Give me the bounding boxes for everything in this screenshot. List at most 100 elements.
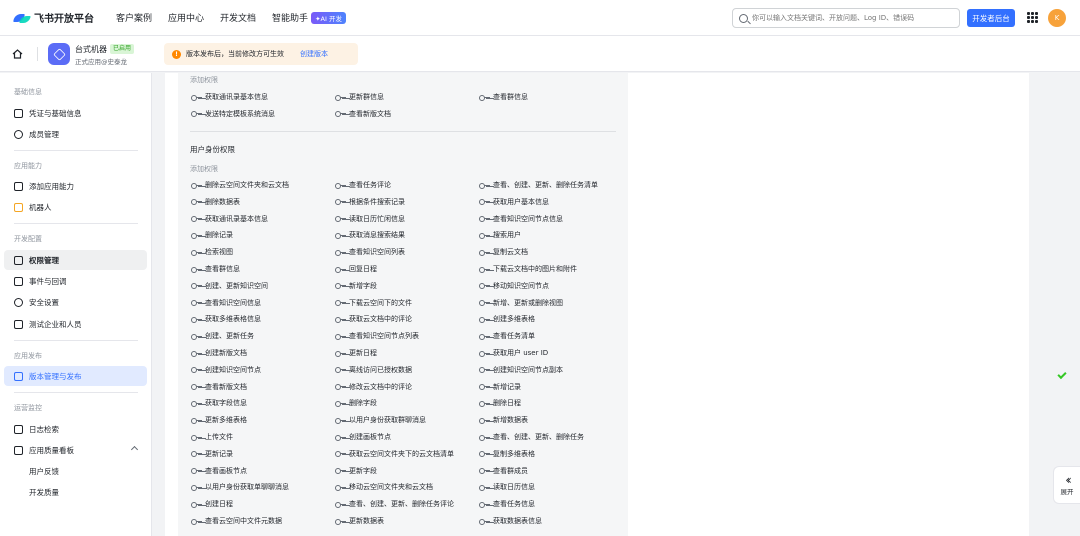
permission-name: 创建、更新知识空间 <box>205 281 268 290</box>
permission-item: 查看画板节点 <box>191 466 247 476</box>
sidebar-item-add-capability[interactable]: 添加应用能力 <box>4 176 147 196</box>
notice-text: 版本发布后，当前修改方可生效 <box>186 50 284 58</box>
permission-item: 以用户身份获取群聊消息 <box>335 415 426 425</box>
user-icon <box>14 129 23 139</box>
search-box[interactable] <box>732 8 960 28</box>
add-capability-icon <box>14 181 23 191</box>
key-icon <box>191 300 202 307</box>
key-icon <box>479 182 490 189</box>
key-icon <box>191 451 202 458</box>
nav-link-app-center[interactable]: 应用中心 <box>168 11 204 24</box>
key-icon <box>335 216 346 223</box>
permission-item: 获取云文档中的评论 <box>335 314 412 324</box>
permission-name: 获取用户基本信息 <box>493 197 549 206</box>
permission-name: 更新群信息 <box>349 93 384 101</box>
sidebar-item-version-release[interactable]: 版本管理与发布 <box>4 366 147 386</box>
key-icon <box>335 232 346 239</box>
permission-name: 复制多维表格 <box>493 449 535 458</box>
permission-name: 创建新版文档 <box>205 349 247 357</box>
platform-logo[interactable]: 飞书开放平台 <box>13 10 94 25</box>
permission-item: 查看知识空间信息 <box>191 298 261 308</box>
sidebar-group-dev-config: 开发配置 <box>14 235 42 243</box>
sidebar-item-label: 测试企业和人员 <box>29 319 82 329</box>
nav-link-docs[interactable]: 开发文档 <box>220 11 256 24</box>
permission-item: 移动知识空间节点 <box>479 281 549 291</box>
permission-name: 创建知识空间节点 <box>205 365 261 374</box>
search-input[interactable] <box>752 14 952 22</box>
chart-icon <box>14 445 23 455</box>
key-icon <box>191 232 202 239</box>
sidebar-item-label: 用户反馈 <box>29 466 59 476</box>
sidebar-item-permissions[interactable]: 权限管理 <box>4 250 147 270</box>
permission-name: 下载云空间下的文件 <box>349 298 412 307</box>
permission-name: 上传文件 <box>205 433 233 441</box>
home-icon[interactable] <box>12 49 23 59</box>
apps-grid-icon[interactable] <box>1027 12 1038 23</box>
key-icon <box>191 94 202 101</box>
nav-link-ai-assistant[interactable]: 智能助手 ✦AI 开发 <box>272 11 346 25</box>
permission-name: 新增、更新或删除视图 <box>493 298 563 307</box>
permission-name: 创建知识空间节点副本 <box>493 365 563 374</box>
feishu-logo-icon <box>13 12 31 24</box>
permission-item: 下载云文档中的图片和附件 <box>479 264 577 274</box>
sidebar-item-label: 版本管理与发布 <box>29 371 82 381</box>
sidebar-item-user-feedback[interactable]: 用户反馈 <box>4 461 147 481</box>
permission-item: 查看知识空间节点列表 <box>335 331 419 341</box>
expand-label: 展开 <box>1060 488 1074 496</box>
permission-item: 查看、创建、更新、删除任务 <box>479 432 584 442</box>
credentials-icon <box>14 108 23 118</box>
permission-item: 复制多维表格 <box>479 449 535 459</box>
permission-item: 删除字段 <box>335 398 377 408</box>
sidebar-item-quality-board[interactable]: 应用质量看板 <box>4 440 147 460</box>
sidebar-item-members[interactable]: 成员管理 <box>4 124 147 144</box>
permission-item: 检索视图 <box>191 247 233 257</box>
nav-links: 客户案例 应用中心 开发文档 智能助手 ✦AI 开发 <box>116 11 346 25</box>
permission-name: 获取云文档中的评论 <box>349 315 412 324</box>
tenant-added-label: 添加权限 <box>190 76 218 84</box>
app-name[interactable]: 台式机器 <box>75 44 107 55</box>
permission-name: 获取数据表信息 <box>493 517 542 525</box>
double-chevron-left-icon: ‹‹ <box>1065 473 1071 487</box>
permission-item: 删除日程 <box>479 398 521 408</box>
permission-item: 下载云空间下的文件 <box>335 298 412 308</box>
permission-name: 修改云文档中的评论 <box>349 382 412 391</box>
sidebar-item-security[interactable]: 安全设置 <box>4 292 147 312</box>
permission-item: 获取多维表格信息 <box>191 314 261 324</box>
key-icon <box>479 199 490 206</box>
permission-name: 删除日程 <box>493 399 521 408</box>
create-version-link[interactable]: 创建版本 <box>300 49 328 59</box>
permission-item: 查看新版文档 <box>335 109 391 119</box>
key-icon <box>479 300 490 307</box>
sidebar-group-capabilities: 应用能力 <box>14 162 42 170</box>
key-icon <box>191 333 202 340</box>
permission-name: 创建画板节点 <box>349 433 391 441</box>
developer-console-button[interactable]: 开发者后台 <box>967 9 1015 27</box>
sidebar-item-bot[interactable]: 机器人 <box>4 197 147 217</box>
sidebar-item-credentials[interactable]: 凭证与基础信息 <box>4 103 147 123</box>
expand-button[interactable]: ‹‹ 展开 <box>1053 466 1080 504</box>
robot-icon <box>14 202 23 212</box>
permission-item: 发送特定模板系统消息 <box>191 109 275 119</box>
permission-item: 查看群信息 <box>191 264 240 274</box>
key-icon <box>479 333 490 340</box>
key-icon <box>335 283 346 290</box>
permission-name: 新增字段 <box>349 281 377 290</box>
permission-item: 以用户身份获取单聊聊消息 <box>191 482 289 492</box>
permission-name: 查看群成员 <box>493 466 528 475</box>
key-icon <box>335 518 346 525</box>
permission-item: 搜索用户 <box>479 230 521 240</box>
nav-link-cases[interactable]: 客户案例 <box>116 11 152 24</box>
avatar[interactable]: K <box>1048 9 1066 27</box>
sidebar-item-events[interactable]: 事件与回调 <box>4 271 147 291</box>
key-icon <box>335 300 346 307</box>
sidebar-item-label: 事件与回调 <box>29 276 67 286</box>
sidebar-item-test-tenant[interactable]: 测试企业和人员 <box>4 314 147 334</box>
permission-name: 获取通讯录基本信息 <box>205 93 268 101</box>
permission-item: 获取通讯录基本信息 <box>191 214 268 224</box>
sidebar-item-dev-quality[interactable]: 开发质量 <box>4 482 147 502</box>
permission-name: 查看、创建、更新、删除任务清单 <box>493 181 598 189</box>
permission-item: 删除云空间文件夹和云文档 <box>191 180 289 190</box>
permission-name: 查看任务评论 <box>349 181 391 189</box>
sidebar-item-log-search[interactable]: 日志检索 <box>4 419 147 439</box>
permission-item: 移动云空间文件夹和云文档 <box>335 482 433 492</box>
